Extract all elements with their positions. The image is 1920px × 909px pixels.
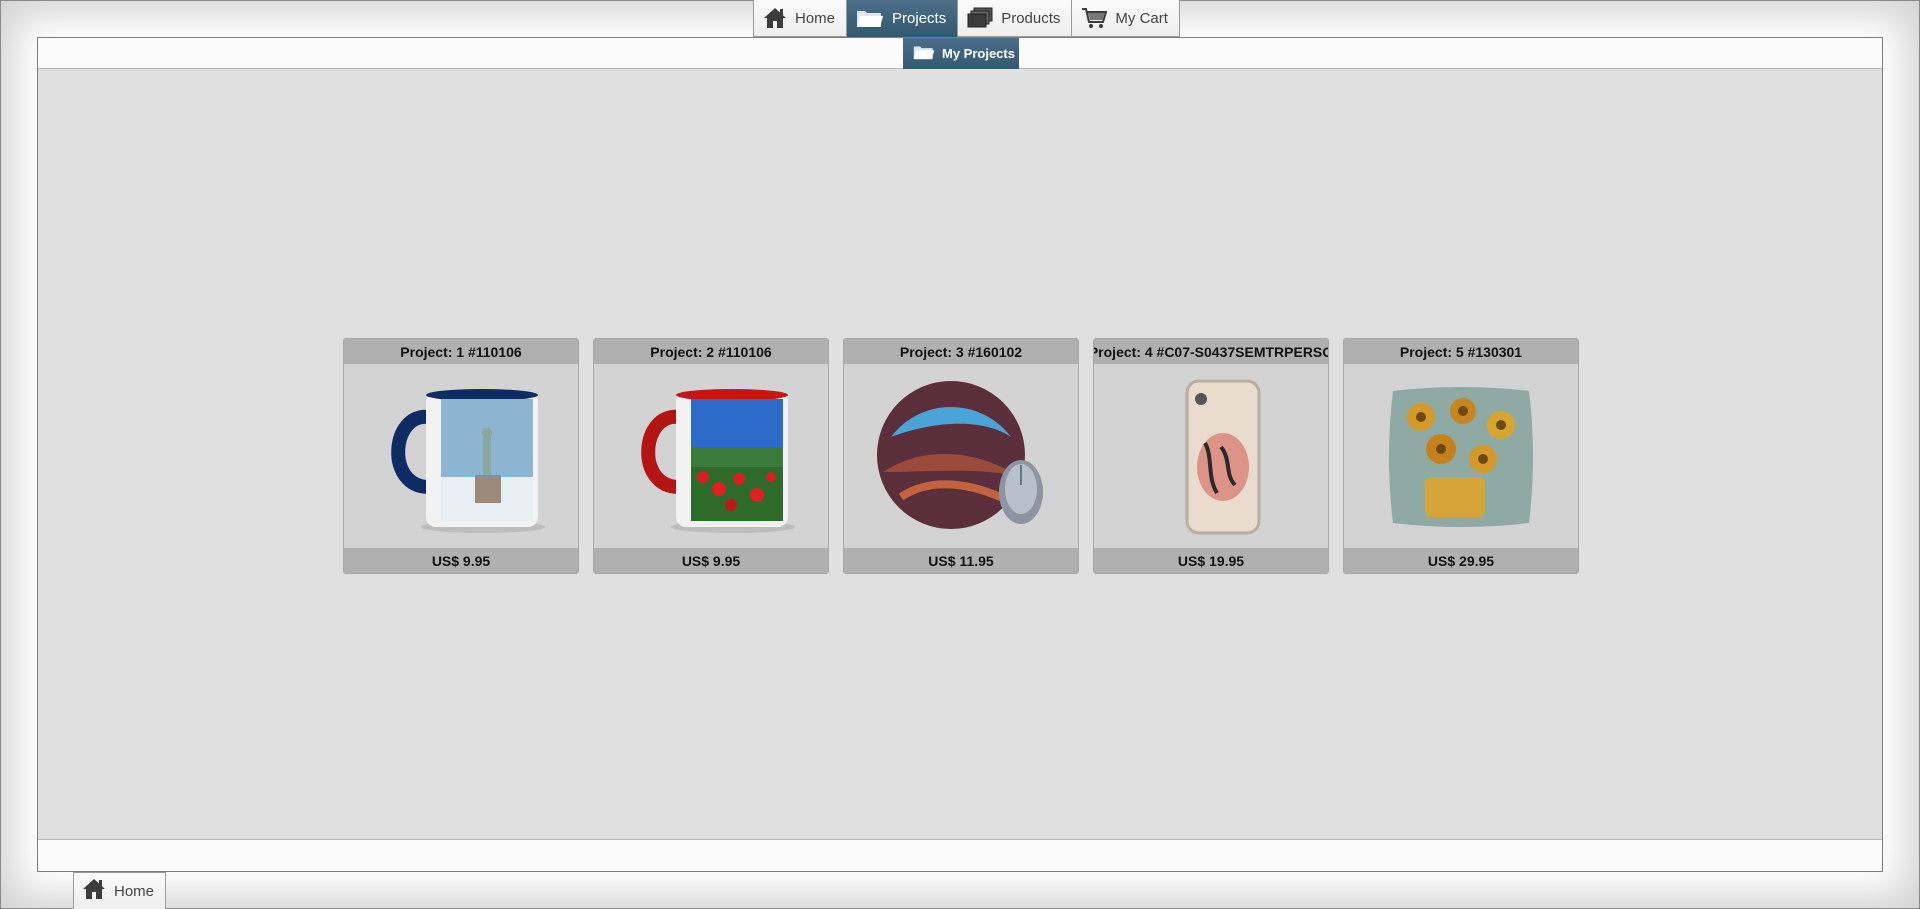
project-price: US$ 9.95 (344, 548, 578, 573)
project-title: Project: 5 #130301 (1344, 339, 1578, 364)
phone-case-icon (1185, 379, 1261, 535)
project-card[interactable]: Project: 1 #110106 US$ 9.95 (343, 338, 579, 574)
sub-nav: My Projects (38, 38, 1882, 69)
project-cards: Project: 1 #110106 US$ 9.95 Project: 2 #… (343, 338, 1579, 574)
project-thumbnail (844, 364, 1078, 550)
project-thumbnail (344, 364, 578, 550)
project-card[interactable]: Project: 2 #110106 US$ 9.95 (593, 338, 829, 574)
project-card[interactable]: Project: 5 #130301 US$ 29.95 (1343, 338, 1579, 574)
tab-label: Home (795, 9, 836, 27)
top-nav: Home Projects Products My Cart (753, 0, 1180, 37)
cart-icon (1081, 7, 1108, 29)
subtab-label: My Projects (942, 46, 1015, 61)
project-price: US$ 19.95 (1094, 548, 1328, 573)
project-thumbnail (1094, 364, 1328, 550)
folder-icon (913, 44, 935, 63)
tab-label: Projects (892, 9, 947, 27)
subtab-my-projects[interactable]: My Projects (903, 38, 1019, 69)
mug-icon (641, 389, 795, 533)
products-icon (967, 7, 993, 29)
tab-my-cart[interactable]: My Cart (1072, 0, 1180, 37)
tab-label: Products (1001, 9, 1061, 27)
folder-icon (856, 8, 884, 28)
project-price: US$ 29.95 (1344, 548, 1578, 573)
mug-icon (391, 389, 545, 533)
project-title: Project: 2 #110106 (594, 339, 828, 364)
tab-projects[interactable]: Projects (847, 0, 959, 37)
project-thumbnail (594, 364, 828, 550)
project-price: US$ 11.95 (844, 548, 1078, 573)
home-icon (763, 7, 787, 29)
project-title: Project: 4 #C07-S0437SEMTRPERSO (1094, 339, 1328, 364)
pillow-icon (1389, 387, 1533, 527)
bottom-tab-label: Home (114, 882, 155, 900)
project-price: US$ 9.95 (594, 548, 828, 573)
tab-home[interactable]: Home (754, 0, 848, 37)
mousepad-icon (877, 381, 1043, 529)
home-icon (82, 878, 106, 904)
footer-bar (38, 839, 1882, 871)
tab-label: My Cart (1115, 9, 1168, 27)
project-title: Project: 1 #110106 (344, 339, 578, 364)
main-panel: My Projects Project: 1 #110106 US$ 9.95 … (37, 37, 1883, 872)
project-card[interactable]: Project: 4 #C07-S0437SEMTRPERSO US$ 19.9… (1093, 338, 1329, 574)
tab-products[interactable]: Products (958, 0, 1073, 37)
project-title: Project: 3 #160102 (844, 339, 1078, 364)
project-card[interactable]: Project: 3 #160102 US$ 11.95 (843, 338, 1079, 574)
project-thumbnail (1344, 364, 1578, 550)
bottom-tab-home[interactable]: Home (73, 872, 166, 909)
